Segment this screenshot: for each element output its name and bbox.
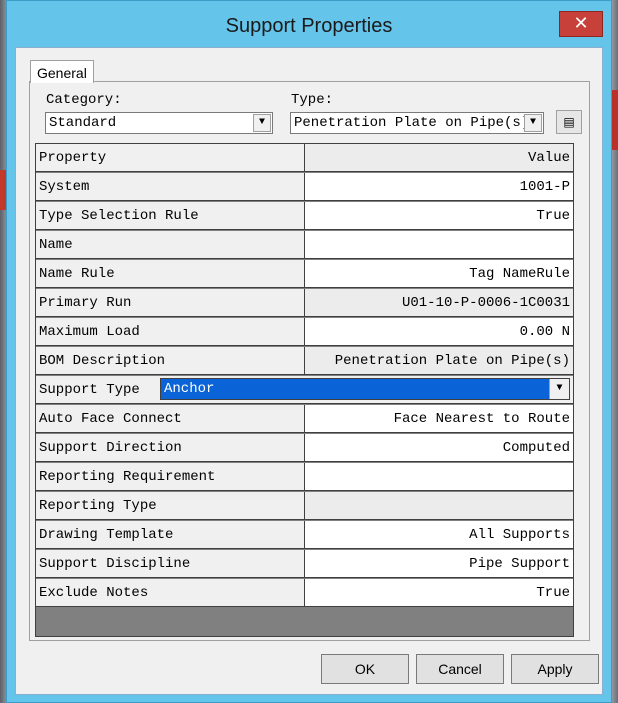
dialog-client-area: General Category: Standard ▼ Type: Penet… [15,47,603,695]
table-row[interactable]: Support Direction Computed [36,434,573,463]
type-select[interactable]: Penetration Plate on Pipe(s) ▼ [290,112,544,134]
property-value[interactable]: 0.00 N [305,318,573,346]
apply-button[interactable]: Apply [511,654,599,684]
chevron-down-icon[interactable]: ▼ [253,114,271,132]
property-name: Drawing Template [36,521,305,549]
property-value[interactable]: 1001-P [305,173,573,201]
support-type-value: Anchor [164,381,215,397]
grid-header-row: Property Value [36,144,573,173]
table-row[interactable]: Primary Run U01-10-P-0006-1C0031 [36,289,573,318]
category-value: Standard [49,115,117,131]
property-name: Support Direction [36,434,305,462]
property-name: Exclude Notes [36,579,305,607]
table-row[interactable]: Name [36,231,573,260]
cancel-button[interactable]: Cancel [416,654,504,684]
property-name: Primary Run [36,289,305,317]
table-row[interactable]: Reporting Type [36,492,573,521]
property-name: Name [36,231,305,259]
close-button[interactable]: ✕ [559,11,603,37]
chevron-down-icon[interactable]: ▼ [549,379,569,399]
property-name: Reporting Requirement [36,463,305,491]
property-name: Name Rule [36,260,305,288]
table-row[interactable]: Reporting Requirement [36,463,573,492]
property-value[interactable] [305,463,573,491]
table-row[interactable]: Type Selection Rule True [36,202,573,231]
property-value[interactable]: Computed [305,434,573,462]
property-name: BOM Description [36,347,305,375]
table-row[interactable]: Drawing Template All Supports [36,521,573,550]
chevron-down-icon[interactable]: ▼ [524,114,542,132]
table-row[interactable]: Exclude Notes True [36,579,573,608]
category-label: Category: [46,92,122,108]
table-row[interactable]: Auto Face Connect Face Nearest to Route [36,405,573,434]
tab-general[interactable]: General [30,60,94,83]
property-value[interactable]: True [305,579,573,607]
header-property: Property [36,144,305,172]
property-value[interactable]: Tag NameRule [305,260,573,288]
property-value[interactable]: U01-10-P-0006-1C0031 [305,289,573,317]
support-type-select[interactable]: Anchor ▼ [160,378,570,400]
table-row[interactable]: Maximum Load 0.00 N [36,318,573,347]
property-value[interactable]: All Supports [305,521,573,549]
property-name: Type Selection Rule [36,202,305,230]
general-tab-panel: Category: Standard ▼ Type: Penetration P… [29,81,590,641]
property-name: Maximum Load [36,318,305,346]
property-name: System [36,173,305,201]
property-name: Auto Face Connect [36,405,305,433]
property-name: Support Discipline [36,550,305,578]
table-row[interactable]: BOM Description Penetration Plate on Pipe… [36,347,573,376]
type-value: Penetration Plate on Pipe(s) [294,115,530,131]
property-grid: Property Value System 1001-P Type Selectio… [35,143,574,637]
category-select[interactable]: Standard ▼ [45,112,273,134]
property-value[interactable] [305,231,573,259]
table-row[interactable]: Name Rule Tag NameRule [36,260,573,289]
property-value[interactable]: Face Nearest to Route [305,405,573,433]
table-row[interactable]: System 1001-P [36,173,573,202]
window-title: Support Properties [225,15,393,37]
properties-icon: ▤ [563,115,575,129]
property-value[interactable]: Penetration Plate on Pipe(s) [305,347,573,375]
table-row[interactable]: Support Discipline Pipe Support [36,550,573,579]
property-value[interactable]: Pipe Support [305,550,573,578]
header-value: Value [305,144,573,172]
property-value[interactable] [305,492,573,520]
type-label: Type: [291,92,334,108]
property-name: Reporting Type [36,492,305,520]
table-row[interactable]: Support Type Anchor ▼ [36,376,573,405]
properties-button[interactable]: ▤ [556,110,582,134]
support-properties-dialog: Support Properties ✕ General Category: S… [6,0,612,703]
ok-button[interactable]: OK [321,654,409,684]
property-value[interactable]: True [305,202,573,230]
